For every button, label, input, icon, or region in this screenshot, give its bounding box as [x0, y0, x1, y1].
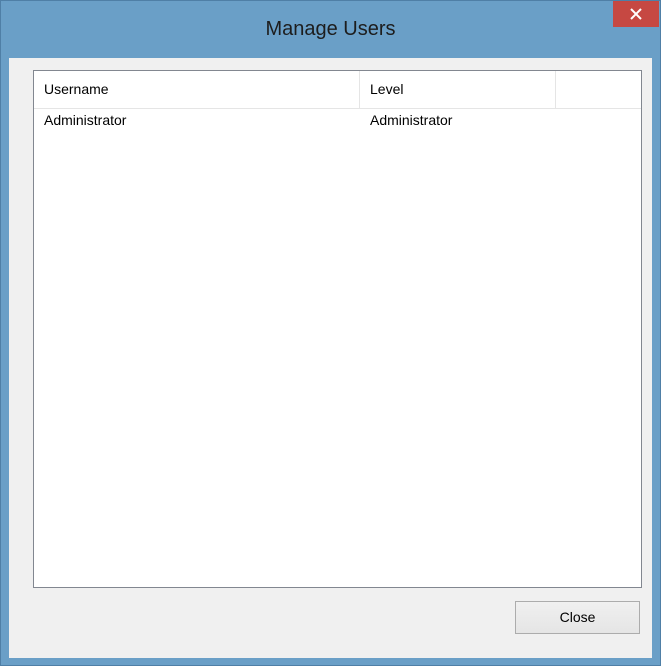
- list-header: Username Level: [34, 71, 641, 109]
- users-list-view[interactable]: Username Level Administrator Administrat…: [33, 70, 642, 588]
- cell-username: Administrator: [44, 112, 127, 128]
- column-header-username[interactable]: Username: [34, 71, 360, 108]
- title-bar[interactable]: Manage Users: [1, 1, 660, 58]
- manage-users-window: Manage Users Username Level Administrato…: [0, 0, 661, 666]
- window-title: Manage Users: [265, 18, 396, 40]
- list-row[interactable]: Administrator Administrator: [34, 109, 641, 131]
- cell-level: Administrator: [370, 112, 453, 128]
- column-header-filler: [556, 71, 641, 108]
- window-close-button[interactable]: [613, 1, 659, 27]
- column-header-level[interactable]: Level: [360, 71, 556, 108]
- close-icon: [630, 8, 642, 20]
- dialog-client-area: Username Level Administrator Administrat…: [9, 58, 652, 658]
- close-button[interactable]: Close: [515, 601, 640, 634]
